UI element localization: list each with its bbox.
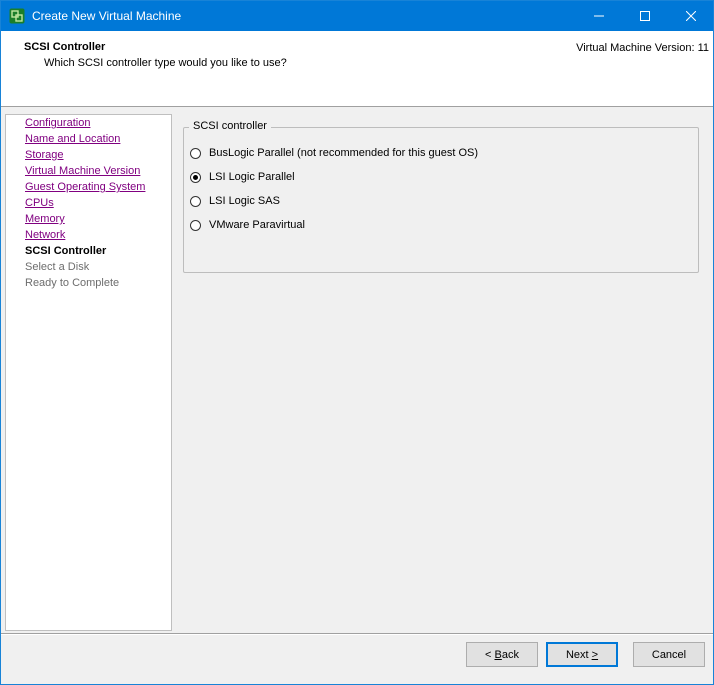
nav-step-configuration[interactable]: Configuration <box>25 116 90 130</box>
window-title: Create New Virtual Machine <box>32 9 182 23</box>
minimize-button[interactable] <box>576 1 622 31</box>
cancel-button-label: Cancel <box>651 648 687 661</box>
scsi-controller-group-label: SCSI controller <box>189 120 271 132</box>
radio-lsi-logic-parallel[interactable]: LSI Logic Parallel <box>190 169 295 185</box>
radio-button-icon[interactable] <box>190 195 201 207</box>
next-button-label: Next <box>565 648 592 661</box>
nav-step-memory[interactable]: Memory <box>25 212 65 226</box>
maximize-icon <box>640 11 650 21</box>
nav-step-storage[interactable]: Storage <box>25 148 64 162</box>
vm-version-label: Virtual Machine Version: 11 <box>576 42 709 54</box>
page-subtitle: Which SCSI controller type would you lik… <box>44 57 287 69</box>
radio-button-selected-icon[interactable] <box>190 171 201 183</box>
next-button-mnemonic: > <box>591 648 599 661</box>
radio-lsi-logic-sas[interactable]: LSI Logic SAS <box>190 193 280 209</box>
wizard-window: Create New Virtual Machine SCSI Controll… <box>0 0 714 685</box>
nav-step-vm-version[interactable]: Virtual Machine Version <box>25 164 140 178</box>
minimize-icon <box>594 15 604 17</box>
nav-step-name-and-location[interactable]: Name and Location <box>25 132 120 146</box>
nav-step-scsi-controller: SCSI Controller <box>25 245 107 257</box>
footer-divider <box>1 633 713 635</box>
radio-button-icon[interactable] <box>190 219 201 231</box>
radio-buslogic-parallel[interactable]: BusLogic Parallel (not recommended for t… <box>190 145 478 161</box>
nav-step-select-disk: Select a Disk <box>25 261 90 273</box>
cancel-button[interactable]: Cancel <box>633 642 705 667</box>
nav-step-ready-to-complete: Ready to Complete <box>25 277 120 289</box>
radio-label: VMware Paravirtual <box>209 219 305 231</box>
nav-step-guest-os[interactable]: Guest Operating System <box>25 180 145 194</box>
wizard-steps-nav: Configuration Name and Location Storage … <box>5 114 172 631</box>
close-icon <box>686 11 696 21</box>
radio-button-icon[interactable] <box>190 147 201 159</box>
nav-step-cpus[interactable]: CPUs <box>25 196 54 210</box>
page-title: SCSI Controller <box>24 41 106 53</box>
title-bar[interactable]: Create New Virtual Machine <box>1 1 713 31</box>
back-button-label: ack <box>501 648 519 661</box>
radio-label: LSI Logic SAS <box>209 195 280 207</box>
back-button[interactable]: < Back <box>466 642 538 667</box>
maximize-button[interactable] <box>622 1 668 31</box>
back-button-prefix: < <box>485 648 495 661</box>
radio-vmware-paravirtual[interactable]: VMware Paravirtual <box>190 217 305 233</box>
back-button-mnemonic: B <box>494 648 502 661</box>
radio-label: LSI Logic Parallel <box>209 171 295 183</box>
next-button[interactable]: Next > <box>546 642 618 667</box>
close-button[interactable] <box>668 1 714 31</box>
vsphere-logo-icon <box>9 8 25 24</box>
nav-step-network[interactable]: Network <box>25 228 65 242</box>
radio-label: BusLogic Parallel (not recommended for t… <box>209 147 479 159</box>
wizard-header: SCSI Controller Which SCSI controller ty… <box>1 31 713 107</box>
